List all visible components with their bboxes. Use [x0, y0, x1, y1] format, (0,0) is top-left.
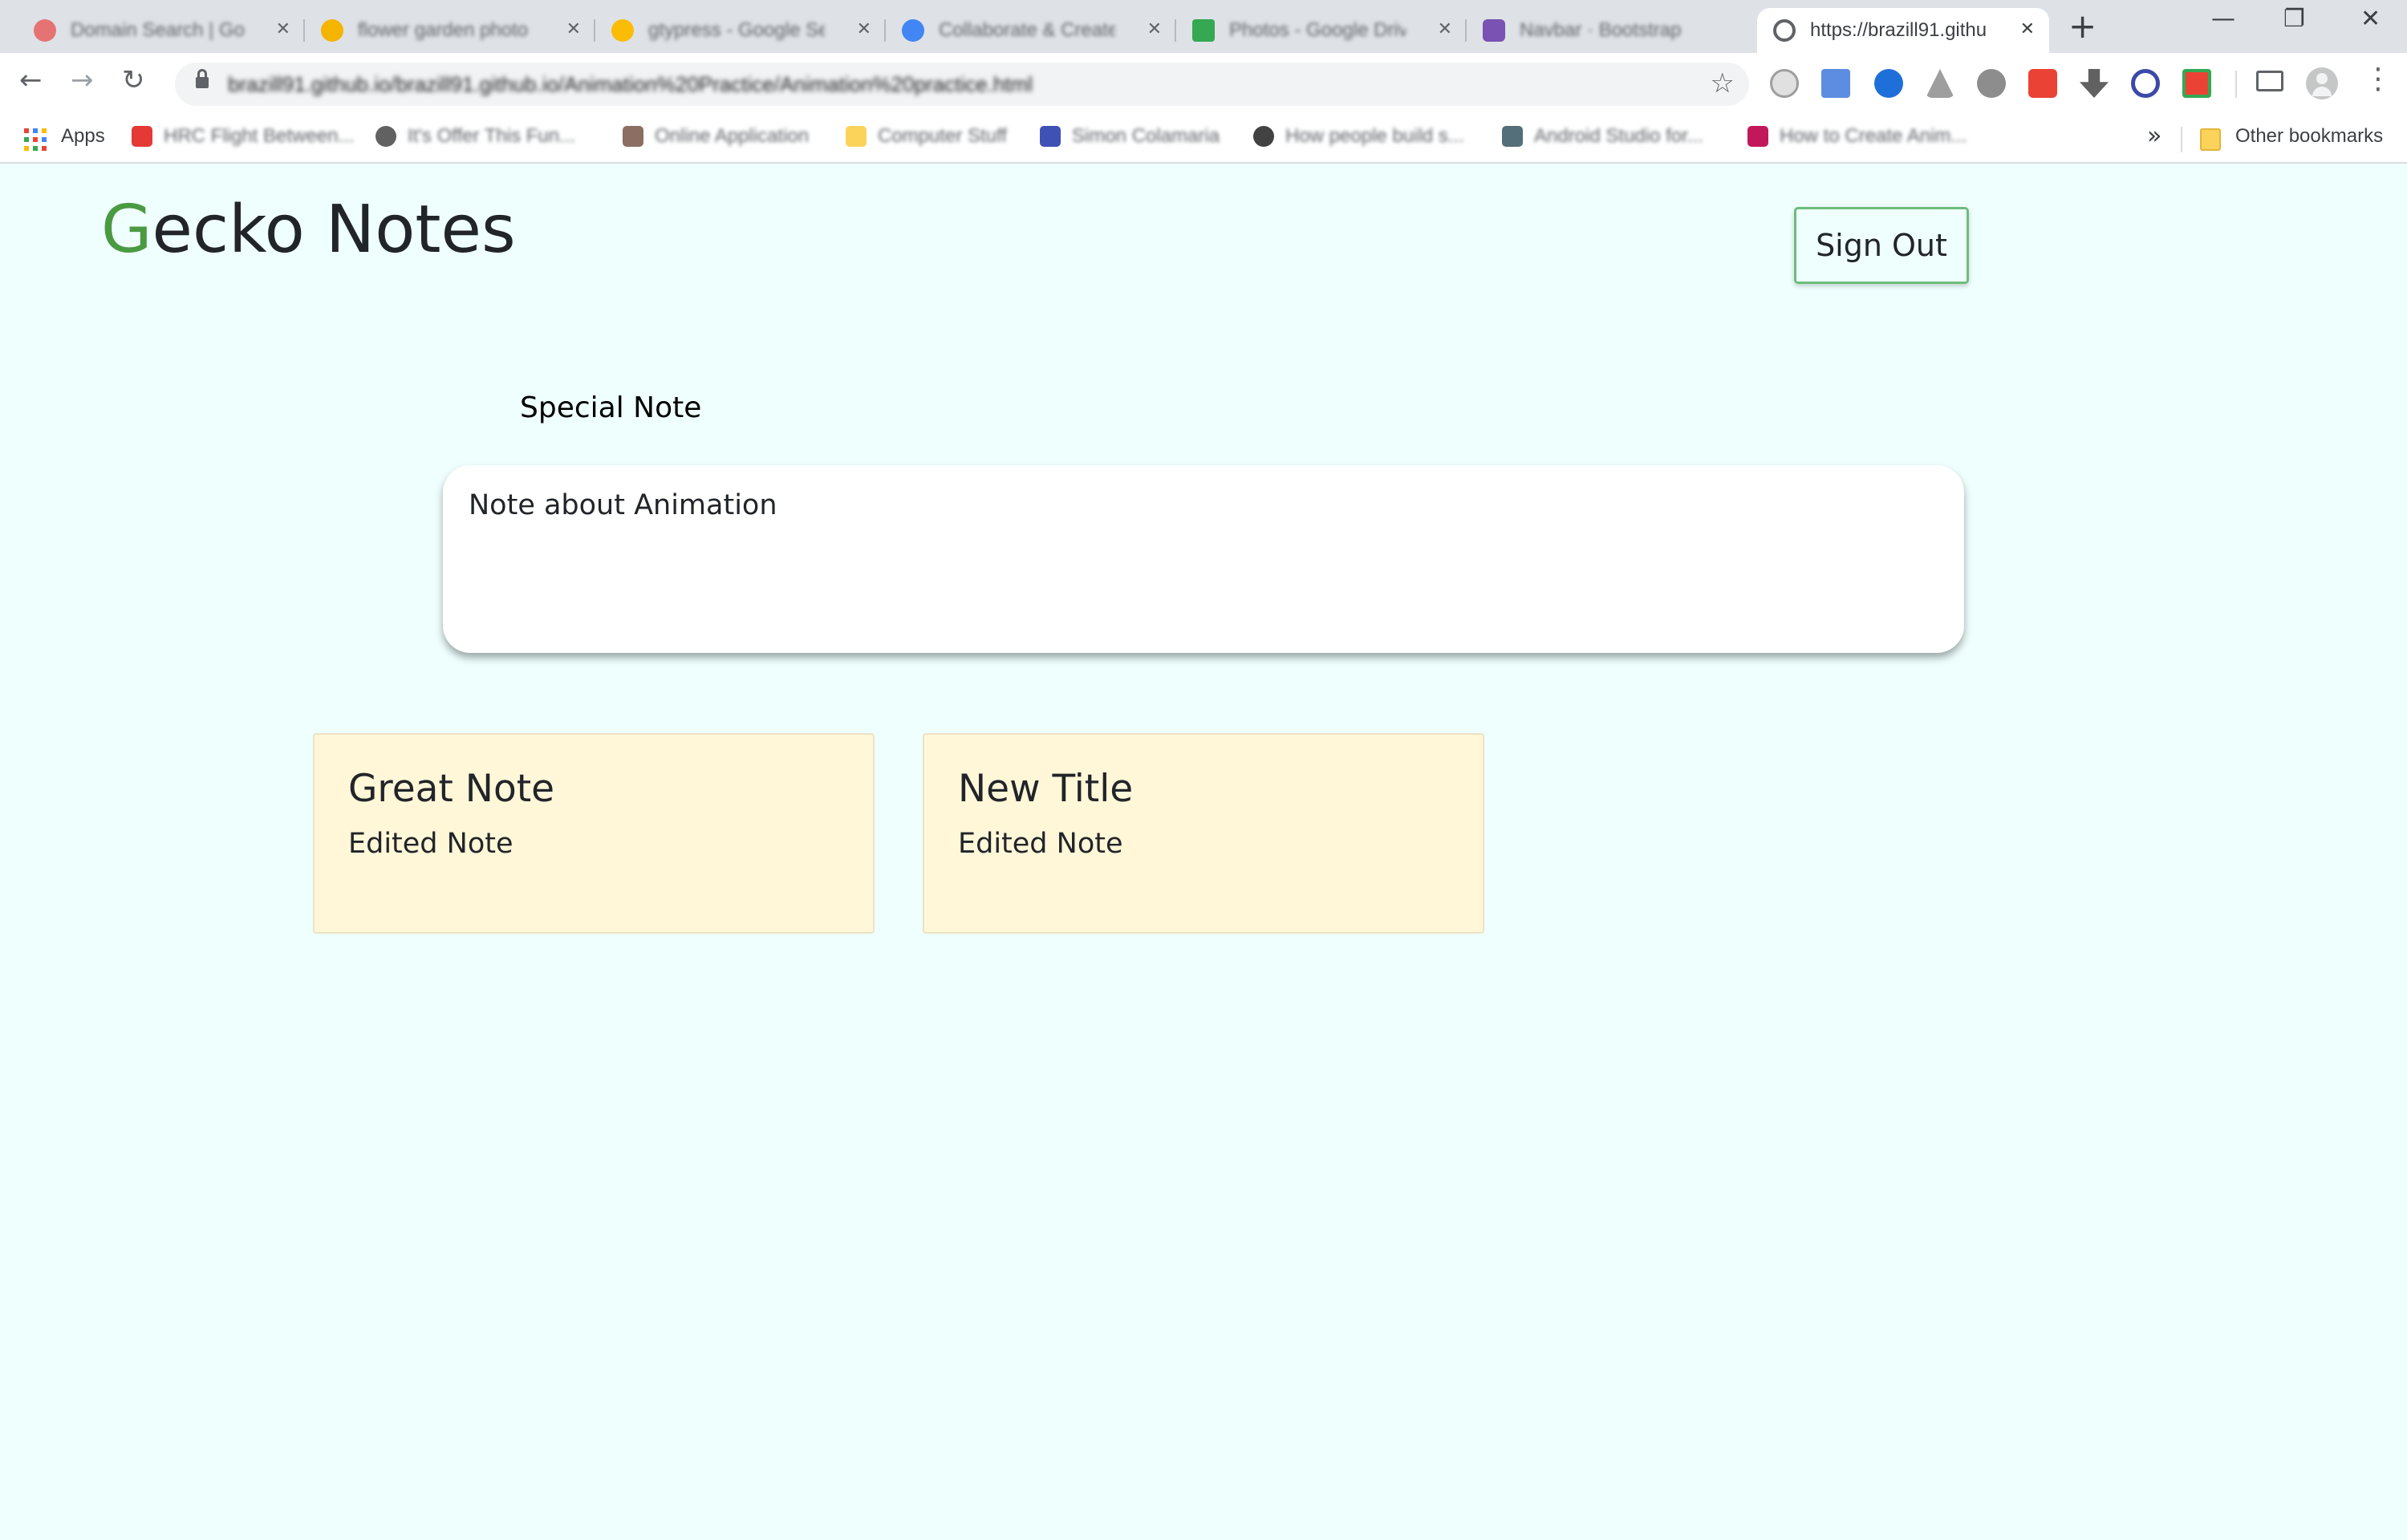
bookmark-favicon-icon	[1747, 126, 1768, 147]
toolbar-divider	[2235, 71, 2237, 98]
bookmark-item[interactable]: Computer Stuff	[846, 125, 1007, 148]
bookmark-label: Simon Colamaria	[1072, 125, 1220, 147]
url-text[interactable]: brazill91.github.io/brazill91.github.io/…	[228, 72, 1033, 97]
apps-link[interactable]: Apps	[61, 125, 105, 148]
browser-toolbar: ← → ↻ brazill91.github.io/brazill91.gith…	[0, 53, 2407, 114]
address-bar[interactable]: brazill91.github.io/brazill91.github.io/…	[175, 63, 1749, 106]
restore-icon[interactable]: ❐	[2283, 5, 2305, 33]
bookmark-favicon-icon	[1253, 126, 1274, 147]
folder-icon	[2200, 128, 2221, 151]
note-card-body: Edited Note	[348, 828, 513, 861]
bookmark-label: Online Application	[655, 125, 810, 147]
note-card-title: Great Note	[348, 767, 555, 811]
extension-icon[interactable]	[2182, 69, 2211, 98]
tab-title: Collaborate & Create	[939, 19, 1115, 41]
close-tab-icon[interactable]: ✕	[857, 19, 871, 39]
app-logo: Gecko Notes	[101, 197, 516, 263]
bookmark-label: Computer Stuff	[878, 125, 1007, 147]
drive-icon[interactable]	[1926, 69, 1954, 98]
tab-title: https://brazill91.githu	[1810, 19, 1987, 41]
bookmark-label: It's Offer This Fun...	[408, 125, 576, 147]
extension-icon[interactable]	[1977, 69, 2006, 98]
tab-title: Domain Search | Go	[71, 19, 245, 41]
bookmark-item[interactable]: Online Application	[623, 125, 809, 148]
browser-tab-active[interactable]: https://brazill91.githu ✕	[1757, 8, 2049, 53]
bookmark-favicon-icon	[375, 126, 396, 147]
tab-favicon-icon	[611, 19, 634, 42]
tab-favicon-icon	[1483, 19, 1505, 42]
tab-favicon-icon	[1192, 19, 1215, 42]
forward-icon[interactable]: →	[71, 64, 94, 96]
bookmark-label: How to Create Anim...	[1780, 125, 1967, 147]
bookmark-favicon-icon	[132, 126, 152, 147]
tab-title: Navbar · Bootstrap	[1520, 19, 1682, 41]
browser-tab[interactable]: Photos - Google Drive ✕	[1176, 8, 1467, 53]
close-tab-icon[interactable]: ✕	[566, 19, 581, 39]
sign-out-button[interactable]: Sign Out	[1794, 207, 1969, 284]
bookmark-favicon-icon	[1502, 126, 1523, 147]
bookmarks-divider	[2181, 127, 2182, 152]
bookmark-star-icon[interactable]: ☆	[1711, 67, 1735, 99]
bookmark-label: How people build s...	[1285, 125, 1464, 147]
bookmarks-bar: Apps HRC Flight Between... It's Offer Th…	[0, 114, 2407, 164]
bookmark-item[interactable]: HRC Flight Between...	[132, 125, 354, 148]
tab-title: flower garden photo	[358, 19, 529, 41]
extension-icon[interactable]	[1821, 69, 1850, 98]
browser-tab-strip: Domain Search | Go ✕ flower garden photo…	[0, 0, 2407, 53]
cast-icon[interactable]	[2256, 71, 2283, 91]
bookmark-label: HRC Flight Between...	[164, 125, 355, 147]
close-tab-icon[interactable]: ✕	[276, 19, 290, 39]
extension-icon[interactable]	[1770, 69, 1799, 98]
pocket-icon[interactable]	[2028, 69, 2057, 98]
browser-tab[interactable]: Collaborate & Create ✕	[886, 8, 1176, 53]
other-bookmarks-link[interactable]: Other bookmarks	[2235, 125, 2383, 148]
tab-favicon-icon	[902, 19, 924, 42]
profile-avatar[interactable]	[2306, 67, 2338, 99]
bookmark-label: Android Studio for...	[1534, 125, 1703, 147]
bookmark-item[interactable]: Android Studio for...	[1502, 125, 1703, 148]
close-tab-icon[interactable]: ✕	[1438, 19, 1452, 39]
tab-title: Photos - Google Drive	[1229, 19, 1406, 41]
folder-icon	[846, 126, 867, 147]
browser-tab[interactable]: Navbar · Bootstrap	[1467, 8, 1757, 53]
lock-icon	[196, 69, 209, 91]
tab-favicon-icon	[321, 19, 343, 42]
close-window-icon[interactable]: ✕	[2360, 5, 2381, 33]
reload-icon[interactable]: ↻	[122, 64, 145, 96]
block-icon[interactable]	[2131, 69, 2160, 98]
minimize-icon[interactable]: —	[2211, 5, 2235, 33]
back-icon[interactable]: ←	[19, 64, 43, 96]
new-tab-button[interactable]: +	[2068, 8, 2096, 45]
close-tab-icon[interactable]: ✕	[2020, 19, 2035, 39]
browser-tab[interactable]: gtypress - Google Se ✕	[595, 8, 886, 53]
logo-text: ecko Notes	[152, 192, 516, 268]
browser-tab[interactable]: flower garden photo ✕	[305, 8, 595, 53]
bookmark-favicon-icon	[1040, 126, 1061, 147]
note-card-body: Edited Note	[958, 828, 1123, 861]
download-icon[interactable]	[2080, 69, 2109, 98]
menu-kebab-icon[interactable]: ⋮	[2364, 63, 2393, 95]
bookmark-item[interactable]: How people build s...	[1253, 125, 1464, 148]
bookmark-favicon-icon	[623, 126, 643, 147]
bookmarks-overflow-icon[interactable]: »	[2147, 122, 2161, 150]
special-note-textarea[interactable]: Note about Animation	[443, 465, 1964, 653]
bookmark-item[interactable]: Simon Colamaria	[1040, 125, 1220, 148]
bookmark-item[interactable]: It's Offer This Fun...	[375, 125, 575, 148]
tab-favicon-icon	[34, 19, 56, 42]
logo-accent-letter: G	[101, 192, 152, 268]
apps-grid-icon[interactable]	[24, 128, 47, 151]
browser-tab[interactable]: Domain Search | Go ✕	[18, 8, 305, 53]
note-card[interactable]: New Title Edited Note	[923, 733, 1484, 934]
tab-title: gtypress - Google Se	[648, 19, 825, 41]
bookmark-item[interactable]: How to Create Anim...	[1747, 125, 1967, 148]
note-card[interactable]: Great Note Edited Note	[313, 733, 875, 934]
extension-icon[interactable]	[1874, 69, 1903, 98]
globe-icon	[1773, 19, 1796, 42]
close-tab-icon[interactable]: ✕	[1147, 19, 1162, 39]
note-card-title: New Title	[958, 767, 1134, 811]
special-note-title[interactable]: Special Note	[520, 391, 701, 424]
